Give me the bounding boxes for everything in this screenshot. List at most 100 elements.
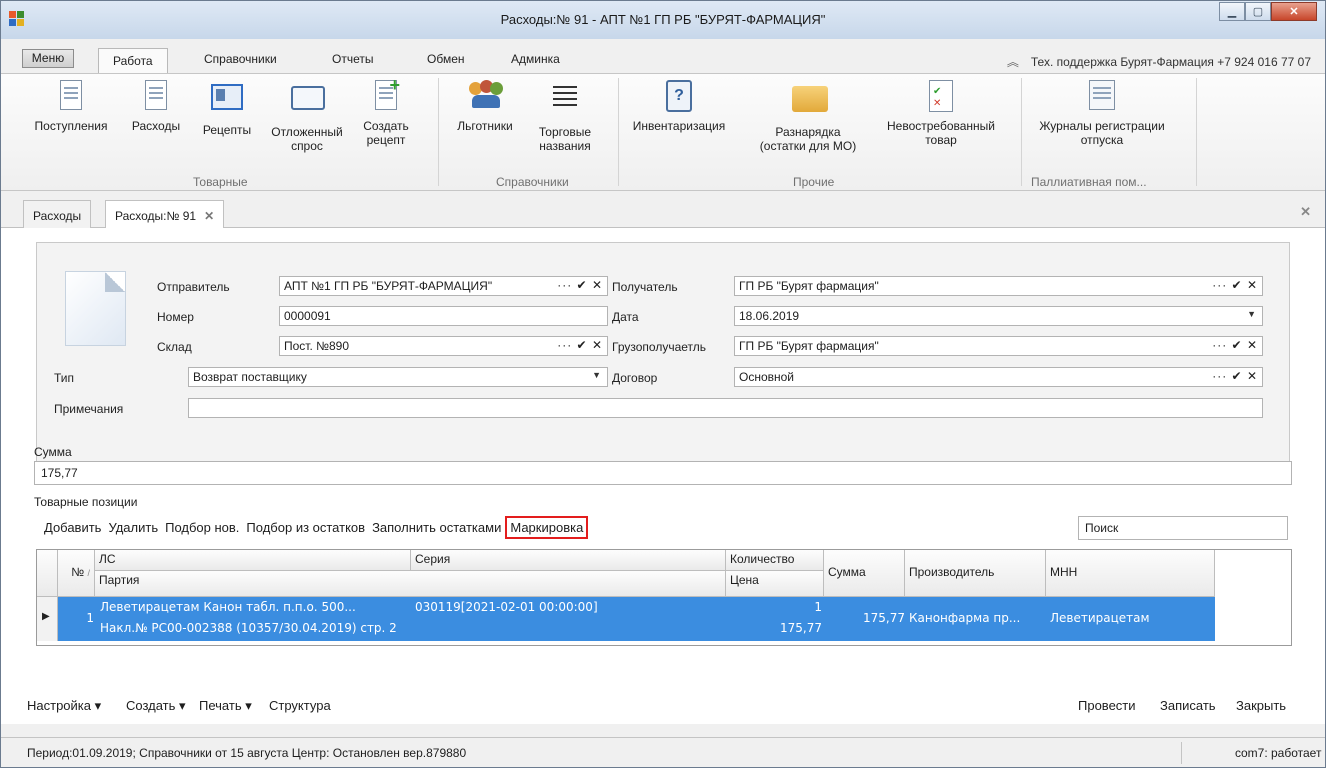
tab-expense-91[interactable]: Расходы:№ 91 ✕ (105, 200, 225, 229)
window-title: Расходы:№ 91 - АПТ №1 ГП РБ "БУРЯТ-ФАРМА… (500, 12, 826, 27)
cell-series: 030119[2021-02-01 00:00:00] (415, 600, 598, 614)
notes-field[interactable] (188, 398, 1263, 418)
store-field-buttons[interactable]: ··· ✔ ✕ (557, 338, 603, 352)
unclaimed-goods-button[interactable]: ✔ ✕ Невостребованный товар (879, 80, 1003, 147)
store-field[interactable]: Пост. №890 ··· ✔ ✕ (279, 336, 608, 356)
sender-field-buttons[interactable]: ··· ✔ ✕ (557, 278, 603, 292)
close-button[interactable]: ✕ (1271, 2, 1317, 21)
close-tab-icon[interactable]: ✕ (204, 209, 214, 223)
col-ls[interactable]: ЛС (95, 550, 411, 571)
items-grid: № / ЛС Серия Партия Количество Цена Сумм… (36, 549, 1292, 646)
dropdown-arrow-icon[interactable]: ▼ (1247, 309, 1256, 319)
col-series[interactable]: Серия (411, 550, 726, 571)
minimize-button[interactable]: ▁ (1219, 2, 1245, 21)
pick-new-button[interactable]: Подбор нов. (164, 518, 240, 537)
tab-admin[interactable]: Админка (511, 52, 560, 66)
allocation-button[interactable]: Разнарядка (остатки для МО) (743, 80, 873, 153)
cell-manufacturer: Канонфарма пр... (909, 611, 1021, 625)
date-value: 18.06.2019 (739, 309, 800, 323)
table-row[interactable]: 1 Леветирацетам Канон табл. п.п.о. 500..… (58, 597, 1215, 641)
store-value: Пост. №890 (284, 339, 350, 353)
cell-mnn: Леветирацетам (1050, 611, 1150, 625)
tab-reports[interactable]: Отчеты (332, 52, 373, 66)
create-menu[interactable]: Создать ▾ (126, 698, 186, 714)
sum-field[interactable]: 175,77 (34, 461, 1292, 485)
col-num[interactable]: № / (58, 550, 95, 597)
button-label: Инвентаризация (632, 119, 726, 133)
sort-icon: / (87, 568, 90, 578)
close-doc-button[interactable]: Закрыть (1236, 698, 1286, 713)
collapse-ribbon-icon[interactable]: ︽ (1007, 55, 1019, 69)
items-label: Товарные позиции (34, 495, 138, 509)
create-prescription-button[interactable]: + Создать рецепт (356, 76, 416, 147)
settings-menu[interactable]: Настройка ▾ (27, 698, 101, 714)
search-input[interactable]: Поиск (1078, 516, 1288, 540)
bottom-commands: Настройка ▾ Создать ▾ Печать ▾ Структура… (1, 694, 1325, 718)
journal-icon (1089, 80, 1115, 110)
col-manufacturer[interactable]: Производитель (905, 550, 1046, 597)
marking-button[interactable]: Маркировка (505, 516, 589, 539)
close-all-icon[interactable]: ✕ (1300, 204, 1311, 220)
col-sum[interactable]: Сумма (824, 550, 905, 597)
app-window: Расходы:№ 91 - АПТ №1 ГП РБ "БУРЯТ-ФАРМА… (0, 0, 1326, 768)
contract-label: Договор (612, 371, 658, 385)
pick-from-stock-button[interactable]: Подбор из остатков (245, 518, 366, 537)
col-price[interactable]: Цена (726, 571, 824, 597)
sender-field[interactable]: АПТ №1 ГП РБ "БУРЯТ-ФАРМАЦИЯ" ··· ✔ ✕ (279, 276, 608, 296)
sender-label: Отправитель (157, 280, 230, 294)
consignee-field-buttons[interactable]: ··· ✔ ✕ (1212, 338, 1258, 352)
header-form: Отправитель АПТ №1 ГП РБ "БУРЯТ-ФАРМАЦИЯ… (36, 242, 1290, 462)
recipient-field[interactable]: ГП РБ "Бурят фармация" ··· ✔ ✕ (734, 276, 1263, 296)
recipient-field-buttons[interactable]: ··· ✔ ✕ (1212, 278, 1258, 292)
tab-expenses-list[interactable]: Расходы (23, 200, 92, 228)
button-label: Рецепты (202, 123, 252, 137)
print-menu[interactable]: Печать ▾ (199, 698, 252, 714)
date-field[interactable]: 18.06.2019 ▼ (734, 306, 1263, 326)
expenses-button[interactable]: Расходы (126, 80, 186, 133)
beneficiaries-button[interactable]: Льготники (449, 80, 521, 133)
envelope-icon (291, 86, 325, 110)
text-lines-icon (553, 86, 577, 108)
group-separator (1196, 78, 1197, 186)
maximize-button[interactable]: ▢ (1245, 2, 1271, 21)
current-row-icon: ▶ (42, 611, 50, 622)
delete-button[interactable]: Удалить (107, 518, 159, 537)
button-label: Льготники (457, 119, 513, 133)
number-field[interactable]: 0000091 (279, 306, 608, 326)
checklist-icon: ✔ ✕ (929, 80, 953, 112)
recipient-value: ГП РБ "Бурят фармация" (739, 279, 879, 293)
fill-with-stock-button[interactable]: Заполнить остатками (371, 518, 502, 537)
tab-exchange[interactable]: Обмен (427, 52, 465, 66)
add-button[interactable]: Добавить (43, 518, 102, 537)
contract-field[interactable]: Основной ··· ✔ ✕ (734, 367, 1263, 387)
structure-button[interactable]: Структура (269, 698, 331, 713)
dropdown-arrow-icon[interactable]: ▼ (592, 370, 601, 380)
inventory-button[interactable]: ? Инвентаризация (624, 80, 734, 133)
people-icon (469, 80, 503, 110)
trade-names-button[interactable]: Торговые названия (531, 80, 599, 153)
date-label: Дата (612, 310, 639, 324)
button-label: Журналы регистрации (1039, 119, 1165, 133)
consignee-field[interactable]: ГП РБ "Бурят фармация" ··· ✔ ✕ (734, 336, 1263, 356)
post-button[interactable]: Провести (1078, 698, 1136, 713)
type-select[interactable]: Возврат поставщику ▼ (188, 367, 608, 387)
prescriptions-button[interactable]: Рецепты (196, 80, 258, 137)
col-mnn[interactable]: МНН (1046, 550, 1215, 597)
button-label-line2: спрос (291, 139, 323, 153)
receipts-button[interactable]: Поступления (25, 80, 117, 133)
save-button[interactable]: Записать (1160, 698, 1216, 713)
deferred-demand-button[interactable]: Отложенный спрос (270, 80, 344, 153)
button-label: Расходы (131, 119, 181, 133)
col-party[interactable]: Партия (95, 571, 726, 597)
ribbon: Поступления Расходы Рецепты Отложенный с… (1, 73, 1325, 191)
sum-label: Сумма (34, 445, 72, 459)
menu-button[interactable]: Меню (22, 49, 74, 68)
cell-qty: 1 (814, 600, 822, 614)
cell-ls: Леветирацетам Канон табл. п.п.о. 500... (100, 600, 356, 614)
contract-field-buttons[interactable]: ··· ✔ ✕ (1212, 369, 1258, 383)
tab-directories[interactable]: Справочники (204, 52, 277, 66)
tab-work[interactable]: Работа (98, 48, 168, 74)
dispense-journals-button[interactable]: Журналы регистрации отпуска (1027, 80, 1177, 147)
title-bar: Расходы:№ 91 - АПТ №1 ГП РБ "БУРЯТ-ФАРМА… (1, 1, 1325, 39)
col-qty[interactable]: Количество (726, 550, 824, 571)
